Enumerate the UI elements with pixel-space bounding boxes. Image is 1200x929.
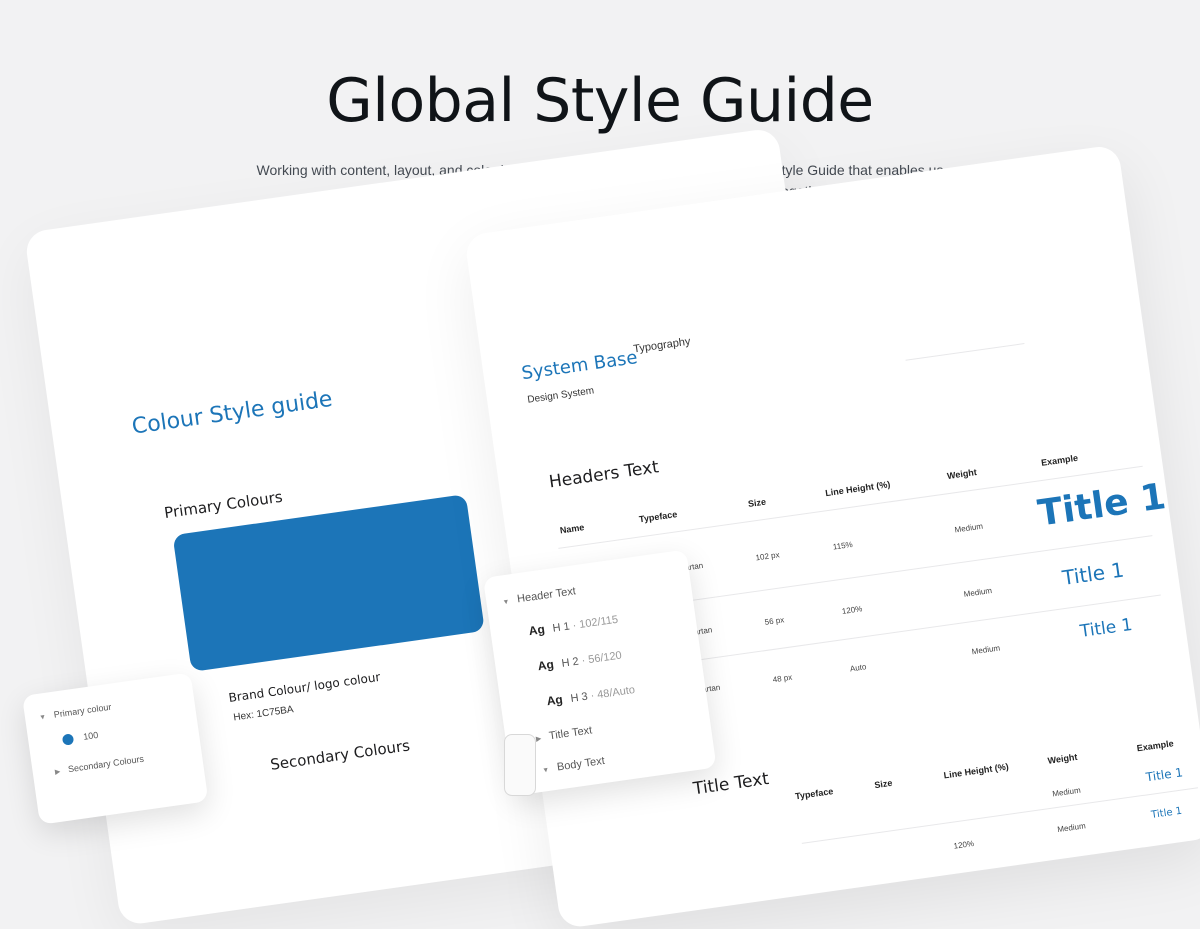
col-line-height: Line Height (%) <box>824 479 891 499</box>
divider <box>905 343 1025 361</box>
typography-card: System Base Typography Design System Hea… <box>464 144 1200 929</box>
row3-example: Title 1 <box>1078 614 1134 643</box>
row2-size: 56 px <box>764 615 785 627</box>
title-col-size: Size <box>873 777 893 791</box>
brand-hex-label: Hex: 1C75BA <box>232 704 295 724</box>
secondary-colour-group[interactable]: ▶ Secondary Colours <box>54 754 145 777</box>
h2-item[interactable]: Ag H 2 · 56/120 <box>537 648 623 674</box>
title-row2-example: Title 1 <box>1150 805 1183 821</box>
title-row1-weight: Medium <box>1051 785 1082 799</box>
colour-card-title: Colour Style guide <box>130 386 335 440</box>
col-size: Size <box>747 496 767 510</box>
title-row2-weight: Medium <box>1056 821 1087 835</box>
caret-down-icon: ▼ <box>541 766 550 775</box>
title-col-line-height: Line Height (%) <box>943 761 1010 781</box>
col-weight: Weight <box>946 466 978 482</box>
primary-colours-heading: Primary Colours <box>163 487 284 523</box>
system-base-title: System Base <box>520 347 639 385</box>
title-row1-line-height: 120% <box>953 838 975 851</box>
caret-right-icon: ▶ <box>54 768 61 777</box>
secondary-colours-heading: Secondary Colours <box>269 736 412 774</box>
caret-down-icon: ▼ <box>38 713 47 722</box>
primary-swatch-item[interactable]: 100 <box>61 730 99 746</box>
h1-item[interactable]: Ag H 1 · 102/115 <box>528 612 619 638</box>
title-col-example: Example <box>1136 738 1175 754</box>
primary-colour-swatch[interactable] <box>172 494 485 672</box>
title-text-heading: Title Text <box>691 768 771 800</box>
small-preview-card <box>504 734 536 796</box>
title-col-typeface: Typeface <box>794 786 834 802</box>
brand-colour-label: Brand Colour/ logo colour <box>227 669 382 705</box>
row3-line-height: Auto <box>849 662 867 674</box>
caret-down-icon: ▼ <box>502 598 511 607</box>
h3-item[interactable]: Ag H 3 · 48/Auto <box>546 682 636 708</box>
header-text-group[interactable]: ▼ Header Text <box>502 585 576 607</box>
row2-line-height: 120% <box>841 604 863 617</box>
col-name: Name <box>559 522 585 536</box>
title-row1-example: Title 1 <box>1145 765 1184 785</box>
row3-weight: Medium <box>971 643 1001 657</box>
col-typeface: Typeface <box>638 509 678 525</box>
page-title: Global Style Guide <box>326 66 874 136</box>
design-system-label: Design System <box>526 385 595 406</box>
row2-example: Title 1 <box>1060 557 1126 590</box>
caret-right-icon: ▶ <box>535 735 542 744</box>
colour-panel: ▼ Primary colour 100 ▶ Secondary Colours <box>22 672 209 825</box>
row1-size: 102 px <box>755 550 781 563</box>
row3-size: 48 px <box>772 672 793 685</box>
col-example: Example <box>1040 452 1079 468</box>
colour-dot-icon <box>61 733 75 746</box>
typography-tag: Typography <box>632 335 692 356</box>
title-col-weight: Weight <box>1047 751 1078 766</box>
headers-text-heading: Headers Text <box>547 457 661 493</box>
body-text-group[interactable]: ▼ Body Text <box>541 755 606 776</box>
row1-weight: Medium <box>954 521 984 535</box>
row1-example: Title 1 <box>1035 476 1169 535</box>
title-text-group[interactable]: ▶ Title Text <box>535 724 593 744</box>
title-rule <box>801 787 1198 844</box>
row1-line-height: 115% <box>832 539 854 552</box>
row2-weight: Medium <box>963 586 993 599</box>
primary-colour-group[interactable]: ▼ Primary colour <box>38 702 112 722</box>
